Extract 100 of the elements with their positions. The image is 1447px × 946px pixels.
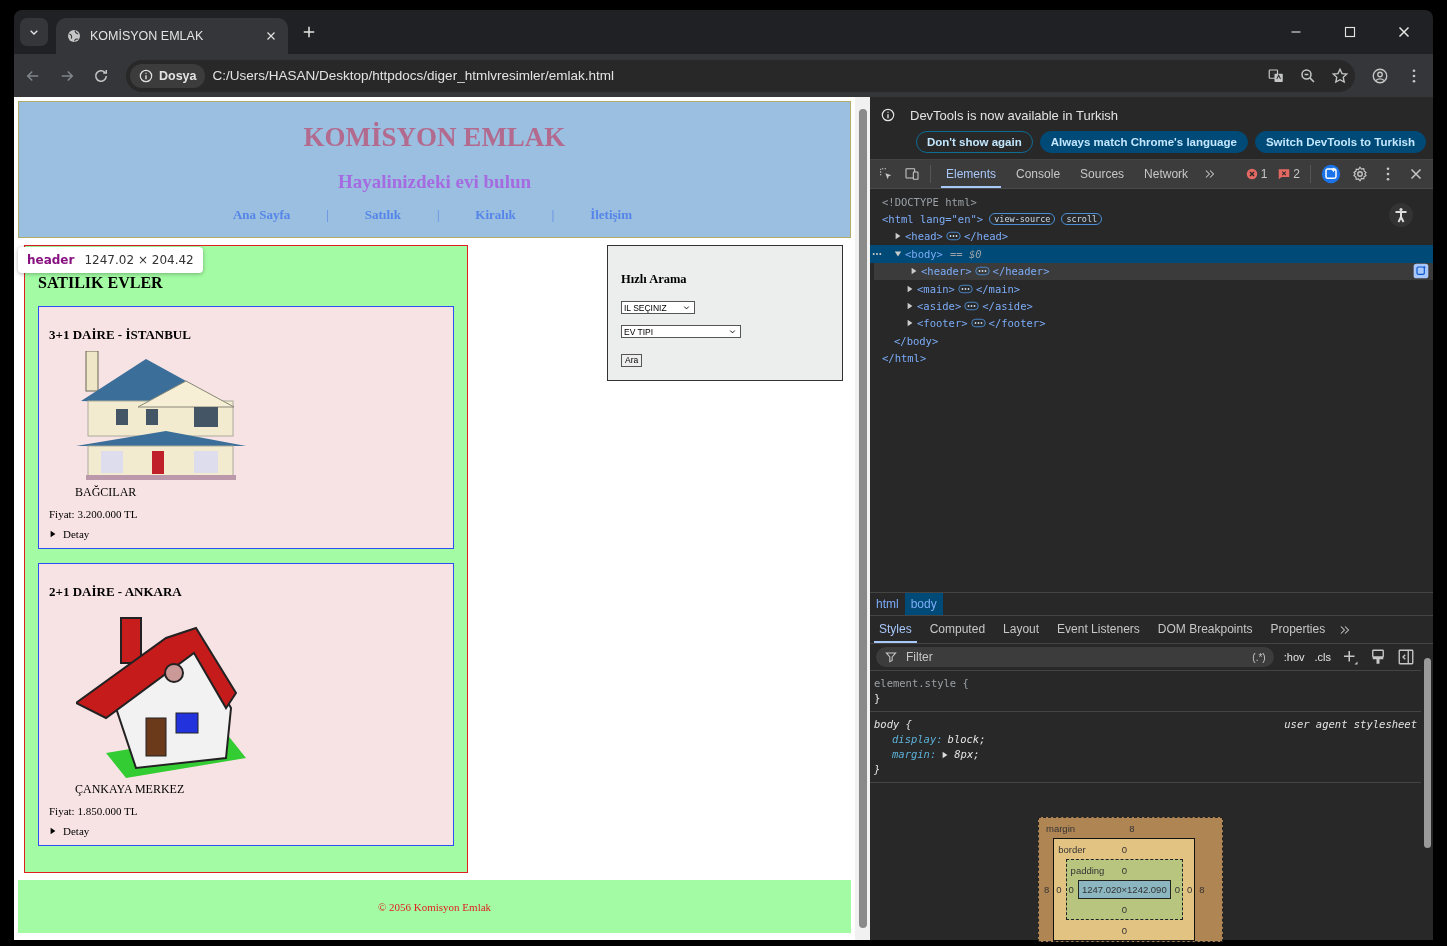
listing-price: Fiyat: 3.200.000 TL xyxy=(49,508,138,520)
ai-assistant-icon[interactable] xyxy=(1413,263,1429,280)
device-icon[interactable] xyxy=(904,166,920,182)
breadcrumb[interactable]: html xyxy=(870,593,905,615)
globe-icon xyxy=(66,28,82,44)
ellipsis-icon[interactable] xyxy=(957,283,973,294)
sidebar-toggle-icon[interactable] xyxy=(1397,648,1415,666)
banner-button[interactable]: Always match Chrome's language xyxy=(1039,131,1248,153)
inspect-icon[interactable] xyxy=(878,166,894,182)
dom-node[interactable]: <footer> xyxy=(917,317,968,330)
ellipsis-icon[interactable] xyxy=(974,266,990,277)
copyright-text: © 2056 Komisyon Emlak xyxy=(377,900,492,913)
star-icon[interactable] xyxy=(1331,66,1349,85)
closing-tag: </main> xyxy=(975,282,1021,295)
url-text: C:/Users/HASAN/Desktop/httpdocs/diger_htmlvresimler/emlak.html xyxy=(212,68,614,83)
site-title: KOMİSYON EMLAK xyxy=(303,122,566,153)
details-toggle[interactable]: Detay xyxy=(49,825,90,837)
dropdown[interactable]: EV TIPI xyxy=(621,325,741,338)
dom-node[interactable]: <header> xyxy=(921,265,972,278)
content-size: 1247.020×1242.090 xyxy=(1077,880,1171,899)
dom-node[interactable]: <body> xyxy=(905,247,943,260)
warning-count[interactable]: 2 xyxy=(1293,167,1300,181)
styles-tab[interactable]: Event Listeners xyxy=(1052,616,1145,643)
triangle-icon xyxy=(49,827,57,835)
browser-tab[interactable]: KOMİSYON EMLAK xyxy=(56,18,288,54)
rule-source: user agent stylesheet xyxy=(1284,717,1417,732)
closing-tag: </head> xyxy=(963,230,1009,243)
accessibility-icon[interactable] xyxy=(1389,203,1413,227)
tooltip-size: 1247.02 × 204.42 xyxy=(84,253,194,267)
devtools-tab[interactable]: Network xyxy=(1139,160,1194,188)
dom-node[interactable]: <main> xyxy=(917,282,955,295)
rule-close: } xyxy=(874,691,882,706)
translate-icon[interactable] xyxy=(1267,66,1285,85)
regex-toggle[interactable]: (.*) xyxy=(1252,651,1266,663)
tooltip-tag: header xyxy=(27,253,75,267)
css-property: display: xyxy=(892,732,943,747)
site-subtitle: Hayalinizdeki evi bulun xyxy=(337,171,532,193)
styles-tab[interactable]: Properties xyxy=(1265,616,1331,643)
info-icon xyxy=(138,67,154,84)
ellipsis-icon[interactable] xyxy=(945,231,961,242)
triangle-icon xyxy=(49,530,57,538)
listing-price: Fiyat: 1.850.000 TL xyxy=(49,805,138,817)
profile-icon[interactable] xyxy=(1371,66,1389,85)
chip-label: Dosya xyxy=(159,68,197,83)
css-value: block; xyxy=(947,732,986,747)
nav-separator: | xyxy=(551,207,555,223)
address-bar[interactable]: Dosya C:/Users/HASAN/Desktop/httpdocs/diger_htmlvresimler/emlak.html xyxy=(126,59,1355,92)
dropdown[interactable]: IL SEÇINIZ xyxy=(621,301,695,314)
expand-toggle-icon[interactable] xyxy=(910,267,918,276)
error-count[interactable]: 1 xyxy=(1260,167,1268,181)
dom-node[interactable]: <aside> xyxy=(917,300,962,313)
ai-assistant-icon[interactable] xyxy=(1321,164,1341,184)
styles-tab[interactable]: Layout xyxy=(998,616,1045,643)
error-icon[interactable] xyxy=(1244,167,1259,181)
expand-toggle-icon[interactable] xyxy=(906,319,914,328)
zoom-icon[interactable] xyxy=(1299,66,1317,85)
nav-separator: | xyxy=(326,207,329,223)
expand-toggle-icon[interactable] xyxy=(894,232,902,241)
styles-tab[interactable]: Computed xyxy=(924,616,991,643)
closing-tag: </html> xyxy=(882,352,927,365)
closing-tag: </header> xyxy=(992,265,1050,278)
expand-toggle-icon[interactable] xyxy=(894,249,902,258)
tab-title: KOMİSYON EMLAK xyxy=(90,29,205,43)
breadcrumb[interactable]: body xyxy=(904,593,943,615)
devtools-tab[interactable]: Elements xyxy=(941,160,1002,188)
styles-tab[interactable]: Styles xyxy=(874,616,917,643)
site-info-chip[interactable]: Dosya xyxy=(130,63,205,88)
expand-toggle-icon[interactable] xyxy=(906,284,914,293)
listing-district: BAĞCILAR xyxy=(75,485,137,500)
expand-toggle-icon[interactable] xyxy=(906,302,914,311)
warning-icon[interactable] xyxy=(1277,167,1292,181)
details-toggle[interactable]: Detay xyxy=(49,528,90,540)
expand-toggle-icon[interactable] xyxy=(941,750,950,759)
closing-tag: </aside> xyxy=(982,300,1033,313)
search-button[interactable]: Ara xyxy=(621,353,643,367)
scrollbar[interactable] xyxy=(855,97,870,940)
dom-node[interactable]: <html lang="en"> xyxy=(882,213,984,226)
filter-bar[interactable]: Filter (.*) xyxy=(876,647,1274,667)
css-value: 8px; xyxy=(954,747,980,762)
settings-icon[interactable] xyxy=(1351,165,1369,183)
devtools-tab[interactable]: Sources xyxy=(1075,160,1130,188)
hover-state-button[interactable]: :hov xyxy=(1283,651,1305,663)
ellipsis-icon[interactable] xyxy=(970,318,986,329)
devtools-tab[interactable]: Console xyxy=(1011,160,1066,188)
class-button[interactable]: .cls xyxy=(1314,651,1331,663)
banner-button[interactable]: Switch DevTools to Turkish xyxy=(1254,131,1426,153)
more-icon[interactable] xyxy=(872,251,882,256)
filter-field[interactable]: Filter xyxy=(904,649,1247,665)
filter-icon xyxy=(884,650,898,664)
border-box: border 0 0 padding 0 0 1247.020×1242.090 0 0 0 0 xyxy=(1053,838,1196,941)
selected-marker: == $0 xyxy=(949,247,982,260)
doctype-line: <!DOCTYPE html> xyxy=(882,195,977,208)
listing-title: 3+1 DAİRE - İSTANBUL xyxy=(49,327,191,343)
new-rule-icon[interactable] xyxy=(1341,648,1359,666)
dom-node[interactable]: <head> xyxy=(905,230,943,243)
tab-list-button[interactable] xyxy=(20,18,48,46)
panel-title: Hızlı Arama xyxy=(621,272,688,287)
styles-tab[interactable]: DOM Breakpoints xyxy=(1152,616,1258,643)
paint-roller-icon[interactable] xyxy=(1369,648,1387,666)
ellipsis-icon[interactable] xyxy=(964,301,980,312)
